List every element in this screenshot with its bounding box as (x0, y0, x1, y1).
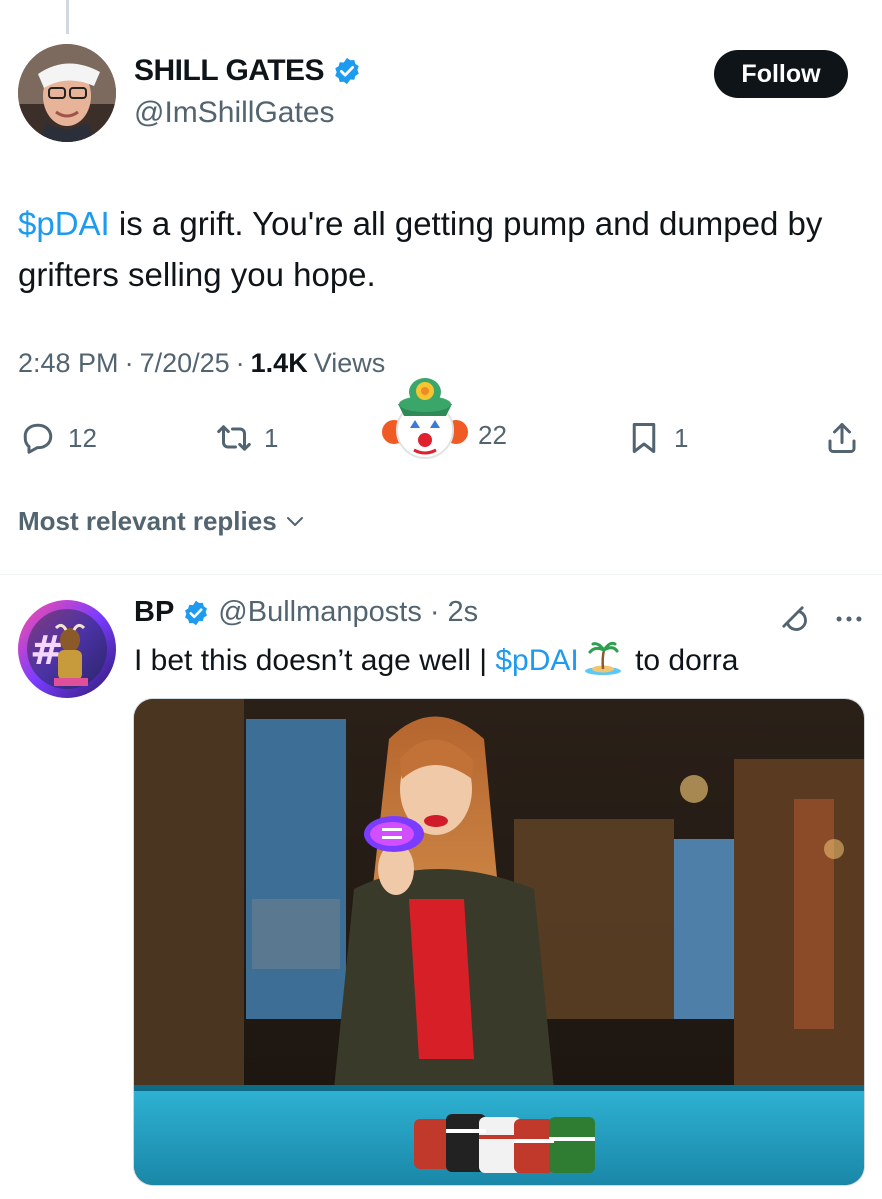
tweet-meta: 2:48 PM · 7/20/25 · 1.4K Views (18, 348, 385, 379)
like-count: 22 (478, 420, 507, 450)
views-label: Views (313, 348, 386, 378)
reply-media-image[interactable] (133, 698, 865, 1186)
sort-replies-button[interactable]: Most relevant replies (18, 506, 307, 537)
reply-time[interactable]: 2s (448, 596, 479, 629)
island-emoji-icon (584, 641, 621, 675)
reply-avatar[interactable]: # (18, 600, 116, 698)
divider (0, 574, 882, 575)
like-button[interactable]: 22 (478, 420, 507, 451)
bookmark-icon (632, 423, 656, 453)
repost-icon (217, 425, 251, 451)
display-name[interactable]: SHILL GATES (134, 54, 325, 88)
poker-photo (134, 699, 864, 1185)
reply-avatar-image: # (18, 600, 116, 698)
tweet-text: $pDAI is a grift. You're all getting pum… (18, 198, 858, 300)
tweet-text-body: is a grift. You're all getting pump and … (18, 205, 823, 293)
reply-icon (23, 423, 53, 454)
avatar[interactable] (18, 44, 116, 142)
verified-badge-icon (335, 57, 359, 85)
chevron-down-icon (286, 516, 303, 526)
reply-text: I bet this doesn’t age well | $pDAI to d… (134, 640, 738, 682)
share-icon (828, 423, 856, 453)
sort-label: Most relevant replies (18, 506, 277, 536)
chip-stacks (414, 1114, 595, 1173)
reply-cashtag-link[interactable]: $pDAI (495, 644, 578, 677)
avatar-image (18, 44, 116, 142)
views-count: 1.4K (250, 348, 308, 378)
bookmark-count: 1 (674, 422, 689, 453)
more-icon[interactable] (832, 602, 866, 636)
reply-handle[interactable]: @Bullmanposts (218, 596, 422, 629)
reply-button[interactable]: 12 (20, 420, 97, 456)
repost-count: 1 (264, 422, 279, 453)
tweet-date[interactable]: 7/20/25 (140, 348, 230, 379)
verified-badge-icon (185, 600, 208, 625)
reply-author-row: BP @Bullmanposts · 2s (134, 596, 478, 629)
meta-separator: · (124, 348, 134, 378)
cashtag-link[interactable]: $pDAI (18, 205, 110, 242)
repost-button[interactable]: 1 (216, 420, 278, 456)
reply-separator: · (429, 596, 440, 628)
meta-separator: · (235, 348, 245, 378)
share-button[interactable] (824, 420, 860, 456)
grok-icon[interactable] (776, 600, 810, 634)
tweet-time[interactable]: 2:48 PM (18, 348, 119, 379)
author-row: SHILL GATES (134, 54, 362, 88)
bookmark-button[interactable]: 1 (626, 420, 688, 456)
clown-emoji-icon[interactable] (380, 374, 470, 464)
handle[interactable]: @ImShillGates (134, 96, 335, 130)
reply-display-name[interactable]: BP (134, 596, 174, 629)
reply-text-end: to dorra (626, 644, 739, 677)
reply-text-start: I bet this doesn’t age well | (134, 644, 496, 677)
reply-count: 12 (68, 422, 97, 453)
thread-line (66, 0, 69, 34)
follow-button[interactable]: Follow (714, 50, 848, 98)
